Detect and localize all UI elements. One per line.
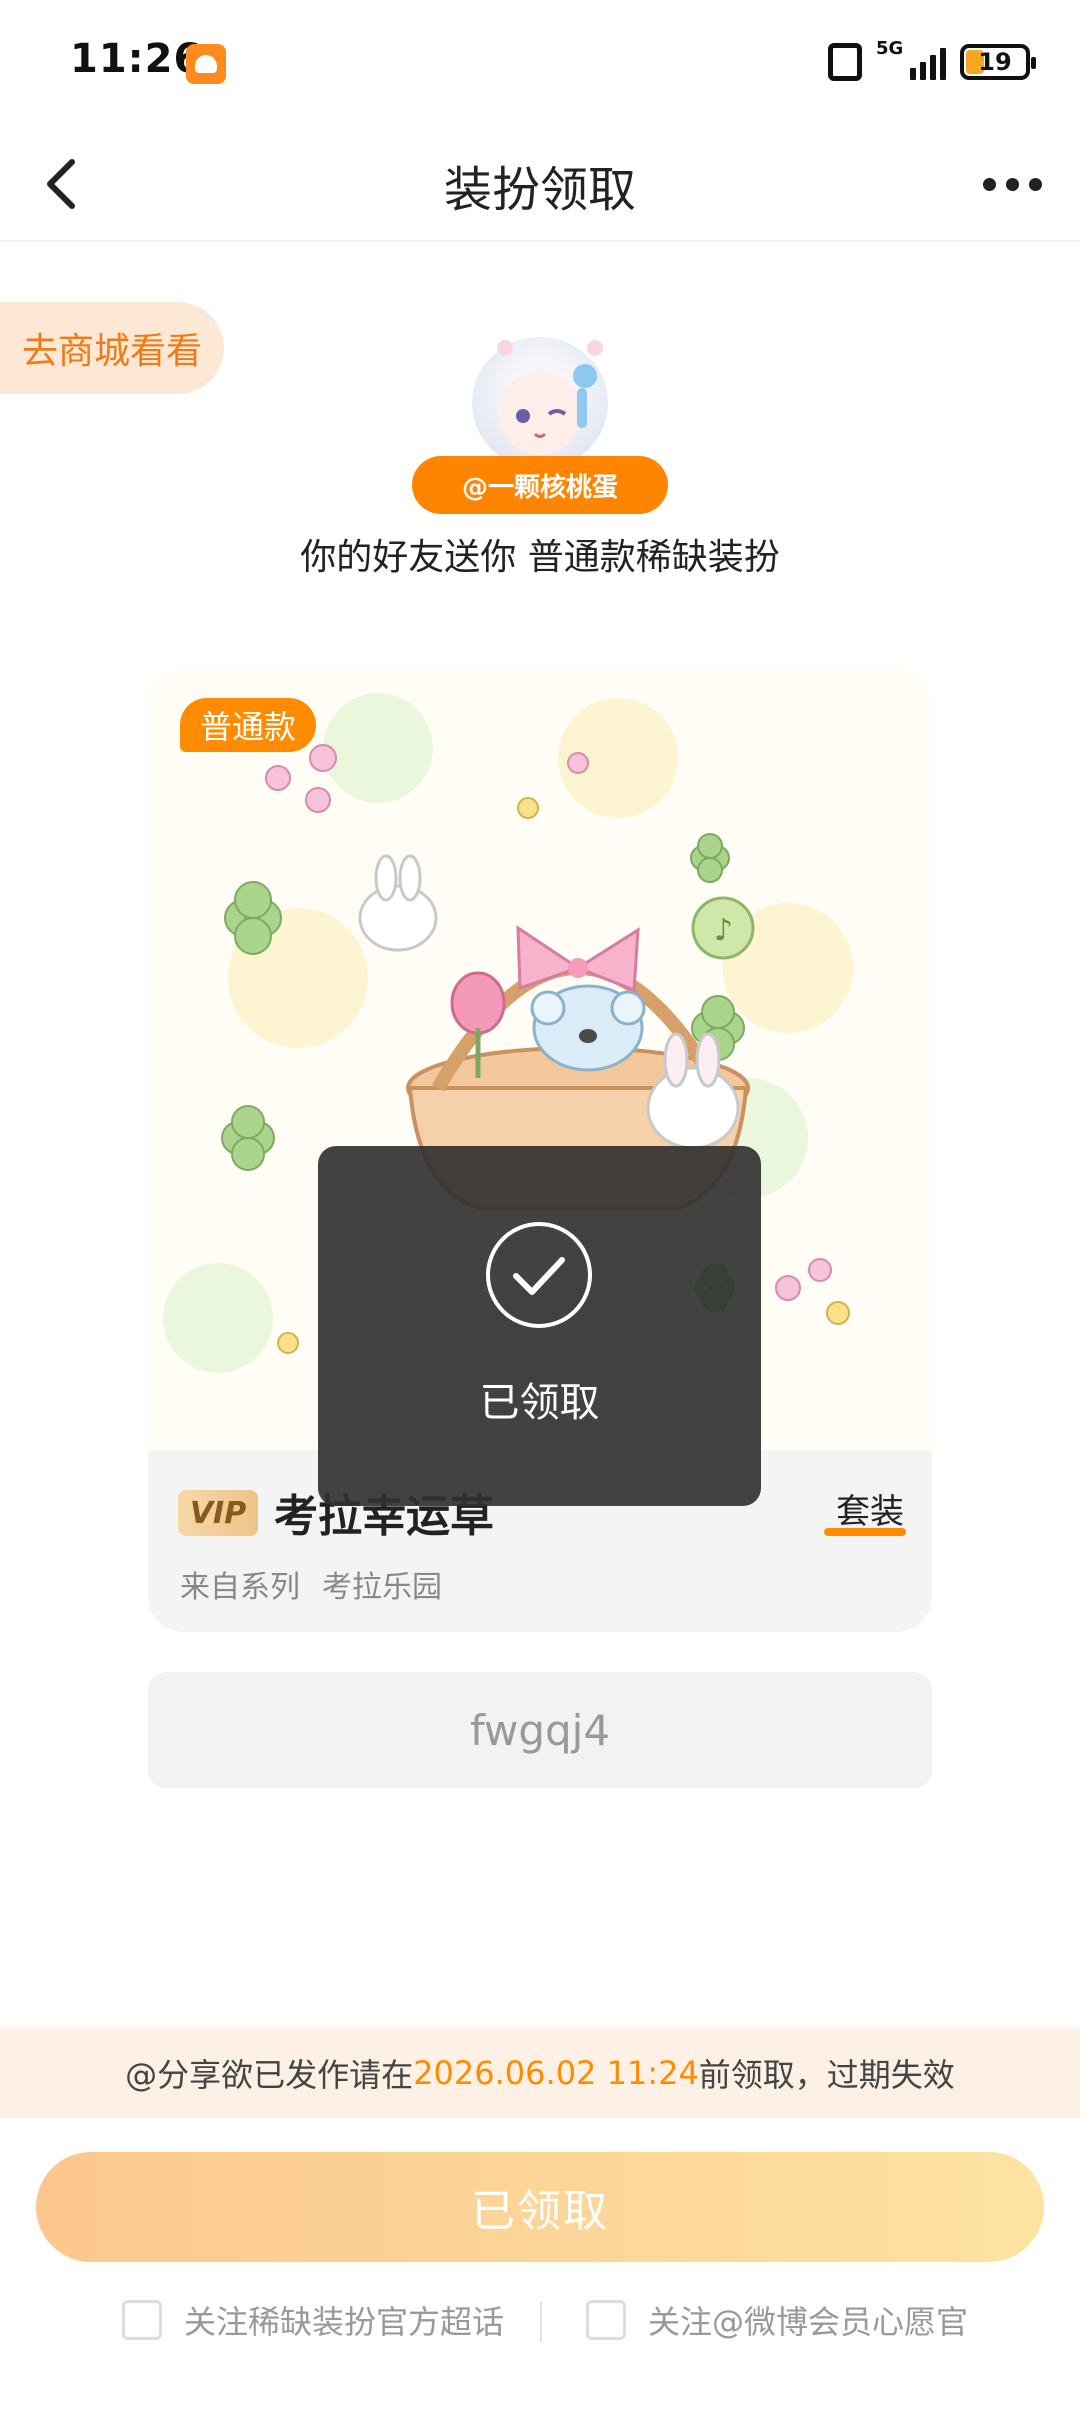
app-notification-icon [186,44,226,84]
claimed-toast: 已领取 [318,1146,761,1506]
series-name[interactable]: 考拉乐园 [322,1570,442,1605]
svg-text:♪: ♪ [714,913,733,948]
follow-divider [540,2302,542,2342]
network-label: 5G [876,38,904,59]
sender-avatar[interactable] [445,308,635,469]
redeem-code-box[interactable]: fwgqj4 [148,1672,932,1788]
vip-badge: VIP [178,1490,258,1536]
battery-level: 19 [978,48,1012,76]
page-title: 装扮领取 [443,162,636,218]
check-circle-icon [486,1222,592,1328]
follow-account-checkbox[interactable] [586,2300,626,2340]
status-icons: 5G 19 [828,40,1036,84]
gift-message: 你的好友送你 普通款稀缺装扮 [300,537,780,578]
follow-topic-option[interactable]: 关注稀缺装扮官方超话 [122,2292,504,2348]
card-tag-badge: 普通款 [180,698,317,752]
status-bar: 11:26 5G 19 [0,0,1080,126]
expiry-notice: @分享欲已发作请在 2026.06.02 11:24 前领取，过期失效 [0,2028,1080,2118]
vibrate-icon [828,43,862,81]
claimed-button[interactable]: 已领取 [36,2152,1044,2262]
sender-name-badge[interactable]: @一颗核桃蛋 [412,456,668,514]
follow-topic-checkbox[interactable] [122,2300,162,2340]
status-time: 11:26 [70,36,203,82]
notice-suffix: 前领取，过期失效 [698,2056,955,2094]
nav-header: 装扮领取 [0,126,1080,242]
signal-icon: 5G [876,40,946,80]
battery-icon: 19 [960,44,1036,80]
notice-deadline: 2026.06.02 11:24 [413,2054,699,2092]
follow-options: 关注稀缺装扮官方超话 关注@微博会员心愿官 [0,2292,1080,2348]
item-type-underline [824,1528,906,1536]
toast-text: 已领取 [479,1380,600,1426]
series-info: 来自系列 考拉乐园 [180,1562,442,1606]
series-label: 来自系列 [180,1570,300,1605]
follow-account-label: 关注@微博会员心愿官 [648,2303,969,2341]
follow-account-option[interactable]: 关注@微博会员心愿官 [586,2292,968,2348]
follow-topic-label: 关注稀缺装扮官方超话 [184,2303,505,2341]
notice-prefix: @分享欲已发作请在 [125,2056,414,2094]
item-type-link[interactable]: 套装 [836,1484,904,1533]
go-to-store-button[interactable]: 去商城看看 [0,302,224,394]
more-dots-icon[interactable] [972,156,1052,212]
